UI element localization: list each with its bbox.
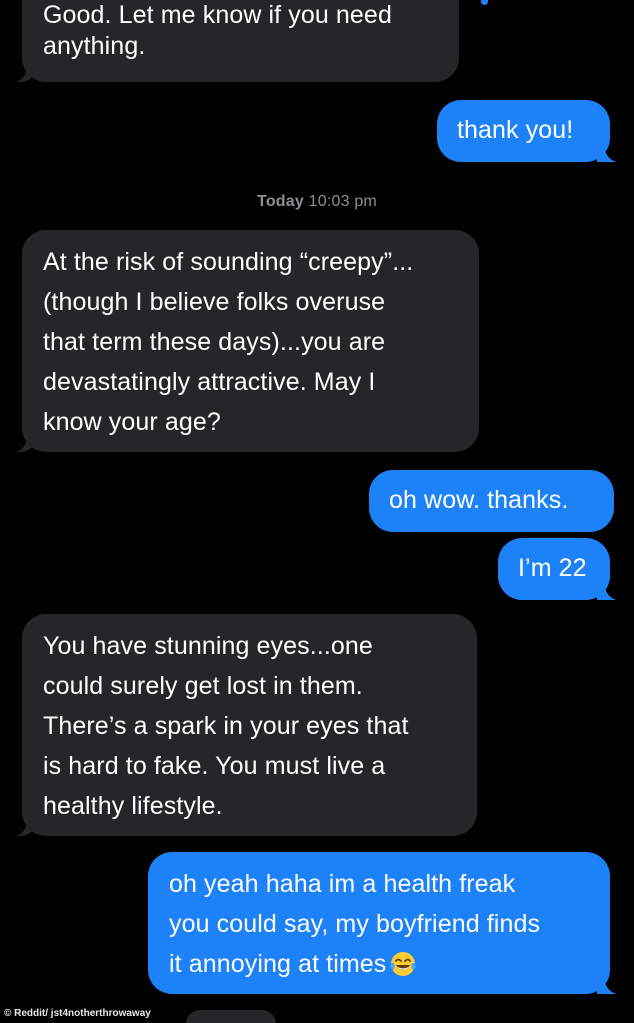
message-text-line: it annoying at times xyxy=(169,949,610,980)
message-text-line: that term these days)...you are xyxy=(43,328,386,356)
outgoing-bubble-fragment xyxy=(481,0,488,5)
conversation-timestamp: Today 10:03 pm xyxy=(0,193,634,211)
outgoing-message-bubble[interactable]: thank you! xyxy=(437,100,610,162)
timestamp-day: Today xyxy=(257,193,304,210)
message-text-line: You have stunning eyes...one xyxy=(43,632,373,660)
message-text-line: oh wow. thanks. xyxy=(389,486,569,514)
incoming-message-bubble[interactable]: You have stunning eyes...one could surel… xyxy=(22,614,477,836)
message-text-line: oh yeah haha im a health freak xyxy=(169,870,516,898)
message-text-segment: it annoying at times xyxy=(169,950,387,978)
message-text-line: Good. Let me know if you need xyxy=(43,1,392,29)
message-text-line: you could say, my boyfriend finds xyxy=(169,910,541,938)
incoming-message-bubble-partial xyxy=(186,1010,276,1023)
message-text-line: (though I believe folks overuse xyxy=(43,288,386,316)
message-text-line: healthy lifestyle. xyxy=(43,792,223,820)
message-text-line: I’m 22 xyxy=(518,554,587,582)
message-text-line: could surely get lost in them. xyxy=(43,672,363,700)
incoming-message-bubble[interactable]: Good. Let me know if you need anything. xyxy=(22,0,459,82)
message-text-line: There’s a spark in your eyes that xyxy=(43,712,409,740)
message-thread: Good. Let me know if you need anything. … xyxy=(0,0,634,1023)
incoming-message-bubble[interactable]: At the risk of sounding “creepy”... (tho… xyxy=(22,230,479,452)
outgoing-message-bubble[interactable]: oh wow. thanks. xyxy=(369,470,614,532)
message-text-line: devastatingly attractive. May I xyxy=(43,368,376,396)
message-text-line: anything. xyxy=(43,32,146,60)
timestamp-time: 10:03 pm xyxy=(308,193,377,210)
face-with-tears-of-joy-icon xyxy=(390,952,417,976)
message-text-line: is hard to fake. You must live a xyxy=(43,752,386,780)
outgoing-message-bubble[interactable]: I’m 22 xyxy=(498,538,610,600)
image-credit: © Reddit/ jst4notherthrowaway xyxy=(4,1008,151,1019)
message-text-line: At the risk of sounding “creepy”... xyxy=(43,248,414,276)
outgoing-message-bubble[interactable]: oh yeah haha im a health freak you could… xyxy=(148,852,610,994)
message-text-line: know your age? xyxy=(43,408,221,436)
message-text-line: thank you! xyxy=(457,116,574,144)
